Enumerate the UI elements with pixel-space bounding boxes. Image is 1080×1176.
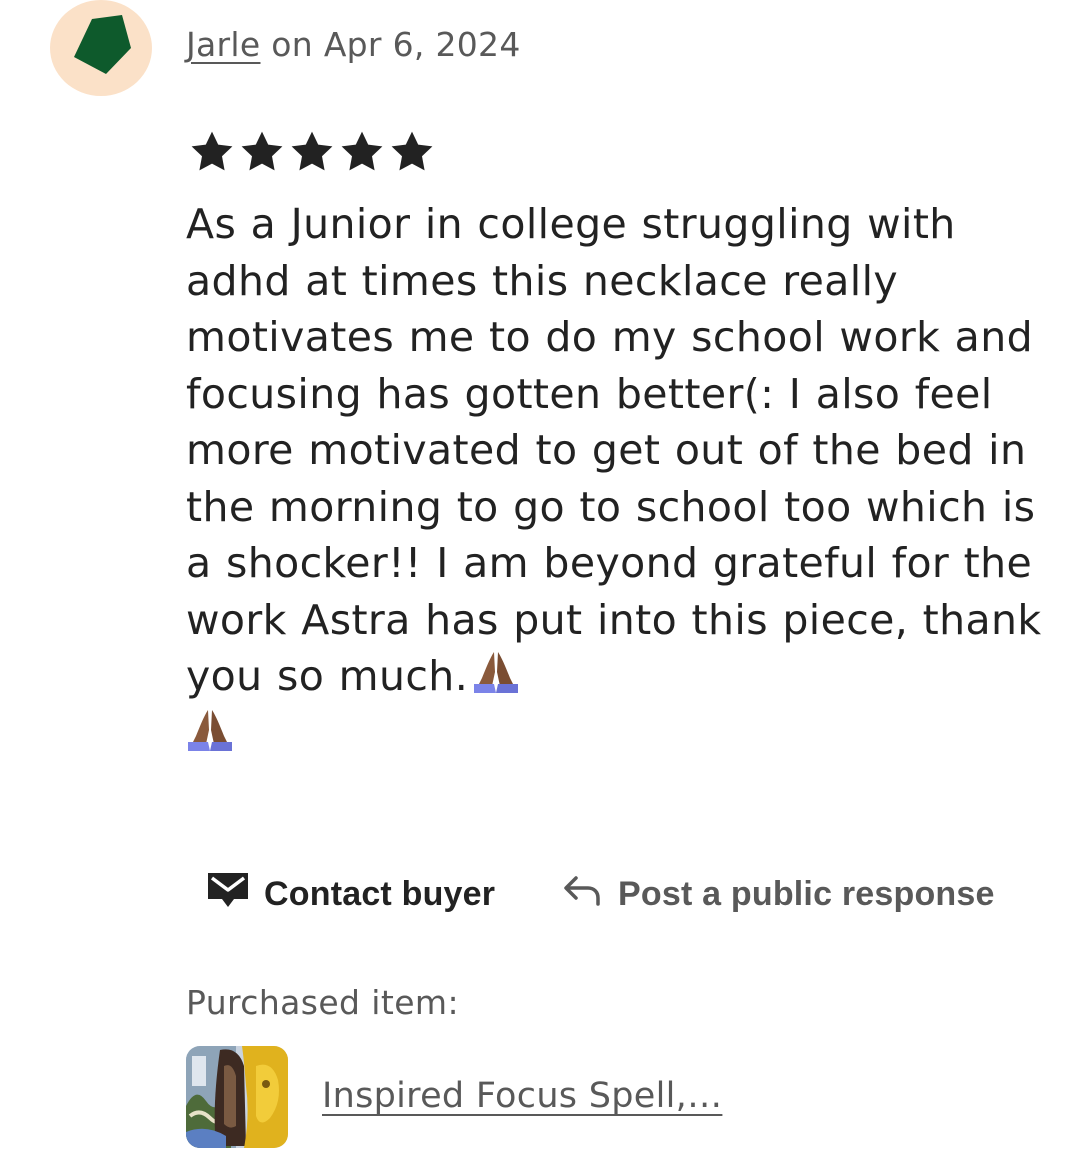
review-body: As a Junior in college struggling with a… — [186, 200, 1042, 700]
reply-arrow-icon — [562, 872, 602, 917]
review-byline: Jarle on Apr 6, 2024 — [186, 22, 521, 68]
pentagon-avatar-icon — [74, 15, 131, 74]
post-public-response-label: Post a public response — [618, 874, 995, 913]
star-icon — [338, 128, 386, 176]
review-actions: Contact buyer Post a public response — [0, 866, 1080, 922]
purchased-item-label: Purchased item: — [186, 983, 459, 1022]
star-icon — [238, 128, 286, 176]
review-text: As a Junior in college struggling with a… — [186, 196, 1046, 709]
purchased-item-link[interactable]: Inspired Focus Spell,… — [322, 1072, 722, 1120]
star-rating — [188, 128, 436, 176]
star-icon — [388, 128, 436, 176]
avatar[interactable] — [50, 0, 152, 96]
folded-hands-emoji-icon — [186, 708, 234, 756]
author-link[interactable]: Jarle — [186, 25, 261, 64]
contact-buyer-button[interactable]: Contact buyer — [206, 866, 495, 922]
contact-buyer-label: Contact buyer — [264, 874, 496, 913]
envelope-icon — [206, 870, 250, 919]
product-thumbnail[interactable] — [186, 1046, 288, 1148]
star-icon — [188, 128, 236, 176]
review-date: Apr 6, 2024 — [323, 25, 521, 64]
star-icon — [288, 128, 336, 176]
folded-hands-emoji-icon — [472, 650, 520, 709]
date-prefix: on — [271, 25, 314, 64]
post-public-response-button[interactable]: Post a public response — [562, 866, 995, 922]
